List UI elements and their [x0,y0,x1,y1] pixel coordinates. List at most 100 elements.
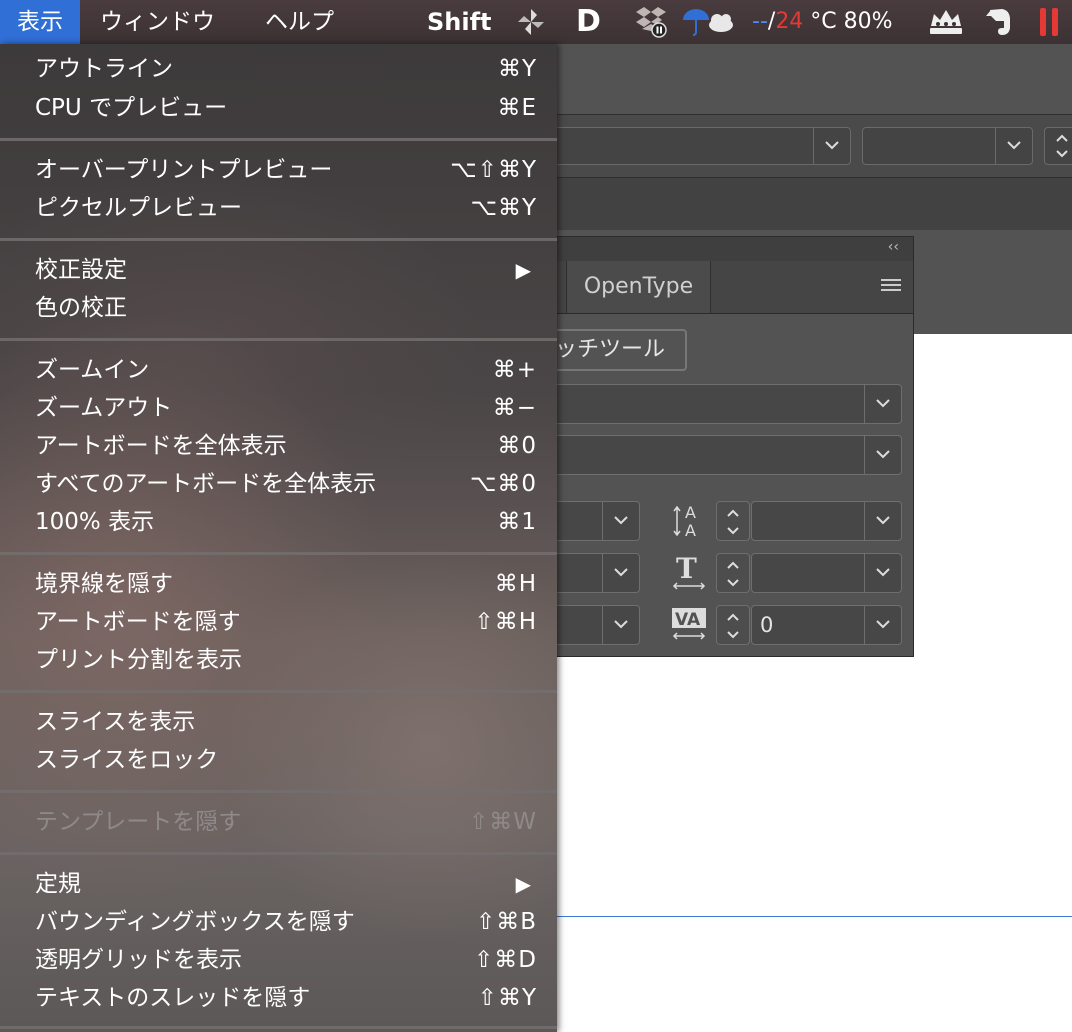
menu-item-hide-text-threads[interactable]: テキストのスレッドを隠す ⇧⌘Y [0,979,557,1017]
weather-temperature-humidity[interactable]: --/24 °C 80% [752,0,893,44]
menu-item-fit-all-artboards[interactable]: すべてのアートボードを全体表示 ⌥⌘0 [0,465,557,503]
menu-item-label: プリント分割を表示 [35,647,242,673]
menu-separator [0,552,557,555]
tracking-stepper[interactable] [716,605,750,645]
panel-titlebar[interactable]: ‹‹ [541,237,913,261]
menu-item-shortcut: ⇧⌘Y [477,985,537,1011]
font-style-dropdown[interactable] [541,435,902,475]
menu-item-label: 境界線を隠す [35,571,173,597]
submenu-arrow-icon: ▶ [515,872,531,896]
chevron-down-icon[interactable] [813,128,850,164]
menu-item-hide-artboards[interactable]: アートボードを隠す ⇧⌘H [0,603,557,641]
menubar-item-view[interactable]: 表示 [0,0,80,44]
menu-item-proof-setup[interactable]: 校正設定 ▶ [0,251,557,289]
touch-type-tool-button[interactable]: ッチツール [541,329,687,371]
collapse-panel-icon[interactable]: ‹‹ [888,239,899,255]
menu-item-shortcut: ⌘+ [492,357,537,383]
menu-item-zoom-out[interactable]: ズームアウト ⌘− [0,389,557,427]
horizontal-scale-dropdown[interactable] [751,553,902,593]
tracking-value[interactable]: 0 [760,606,773,644]
chevron-down-icon[interactable] [602,606,639,644]
chevron-down-icon[interactable] [864,606,901,644]
menubar-item-help[interactable]: ヘルプ [265,0,334,44]
menu-item-label: スライスを表示 [35,709,196,735]
chevron-down-icon[interactable] [864,436,901,474]
character-panel: ‹‹ OpenType ッチツール AA T VA 0 [540,236,914,657]
evernote-icon[interactable] [982,6,1014,38]
horizontal-scale-icon: T [671,552,707,592]
menu-item-shortcut: ⌘Y [497,56,537,82]
menu-separator [0,1026,557,1029]
menu-item-label: テキストのスレッドを隠す [35,985,311,1011]
tab-opentype[interactable]: OpenType [566,261,711,313]
menubar-item-window[interactable]: ウィンドウ [100,0,215,44]
svg-text:A: A [685,521,696,540]
dropbox-icon[interactable] [632,5,670,39]
menu-item-show-slices[interactable]: スライスを表示 [0,703,557,741]
menu-item-outline[interactable]: アウトライン ⌘Y [0,50,557,88]
temp-unit-humidity: °C 80% [803,9,893,34]
menu-separator [0,338,557,341]
tracking-icon: VA [671,606,707,644]
leading-dropdown[interactable] [751,501,902,541]
crown-icon[interactable] [926,6,966,38]
menu-item-fit-artboard[interactable]: アートボードを全体表示 ⌘0 [0,427,557,465]
menu-item-rulers[interactable]: 定規 ▶ [0,865,557,903]
chevron-down-icon[interactable] [864,554,901,592]
menu-item-zoom-in[interactable]: ズームイン ⌘+ [0,351,557,389]
menu-item-actual-size[interactable]: 100% 表示 ⌘1 [0,503,557,541]
menu-item-shortcut: ⌥⇧⌘Y [450,157,537,183]
menu-item-hide-edges[interactable]: 境界線を隠す ⌘H [0,565,557,603]
menu-item-overprint-preview[interactable]: オーバープリントプレビュー ⌥⇧⌘Y [0,151,557,189]
svg-text:A: A [685,503,696,522]
menu-item-label: 透明グリッドを表示 [35,947,242,973]
menu-bar: 表示 ウィンドウ ヘルプ Shift D --/24 °C 80% [0,0,1072,44]
pause-icon[interactable] [1036,6,1062,38]
menu-separator [0,238,557,241]
menu-item-proof-colors[interactable]: 色の校正 [0,289,557,327]
chevron-down-icon[interactable] [864,502,901,540]
view-menu-dropdown: アウトライン ⌘Y CPU でプレビュー ⌘E オーバープリントプレビュー ⌥⇧… [0,44,557,1032]
panel-tab-bar: OpenType [541,261,913,314]
chevron-down-icon[interactable] [602,554,639,592]
control-dropdown-2[interactable] [862,127,1033,165]
stepper-arrows-icon [1056,134,1068,158]
font-family-dropdown[interactable] [541,384,902,424]
control-dropdown-1[interactable] [540,127,851,165]
menu-item-label: アートボードを隠す [35,609,241,635]
menu-separator [0,790,557,793]
chevron-down-icon[interactable] [995,128,1032,164]
tracking-dropdown[interactable]: 0 [751,605,902,645]
menu-item-shortcut: ⇧⌘D [474,947,537,973]
horizontal-scale-stepper[interactable] [716,553,750,593]
menu-item-label: オーバープリントプレビュー [35,157,333,183]
chevron-down-icon[interactable] [864,385,901,423]
control-stepper[interactable] [1044,127,1072,165]
menu-item-label: 校正設定 [35,257,127,283]
menu-item-hide-bounding-box[interactable]: バウンディングボックスを隠す ⇧⌘B [0,903,557,941]
submenu-arrow-icon: ▶ [515,258,531,282]
menu-item-pixel-preview[interactable]: ピクセルプレビュー ⌥⌘Y [0,189,557,227]
menu-item-hide-template: テンプレートを隠す ⇧⌘W [0,803,557,841]
menu-item-shortcut: ⇧⌘H [474,609,537,635]
pinwheel-icon[interactable] [515,7,547,37]
menu-item-show-transparency-grid[interactable]: 透明グリッドを表示 ⇧⌘D [0,941,557,979]
menu-separator [0,852,557,855]
leading-icon: AA [671,502,707,540]
menu-item-label: ピクセルプレビュー [35,195,242,221]
shift-status-item[interactable]: Shift [427,0,492,44]
menu-item-label: 定規 [35,871,81,897]
menu-item-shortcut: ⌘− [492,395,537,421]
chevron-down-icon[interactable] [602,502,639,540]
menu-separator [0,690,557,693]
menu-item-show-print-tiling[interactable]: プリント分割を表示 [0,641,557,679]
menu-item-lock-slices[interactable]: スライスをロック [0,741,557,779]
menu-item-label: アートボードを全体表示 [35,433,287,459]
menu-item-shortcut: ⌘E [497,95,537,121]
menu-item-cpu-preview[interactable]: CPU でプレビュー ⌘E [0,89,557,127]
weather-umbrella-cloud-icon[interactable] [681,6,737,38]
menu-item-label: スライスをロック [35,747,219,773]
d-app-icon[interactable]: D [576,0,601,44]
panel-menu-icon[interactable] [881,277,901,296]
leading-stepper[interactable] [716,501,750,541]
